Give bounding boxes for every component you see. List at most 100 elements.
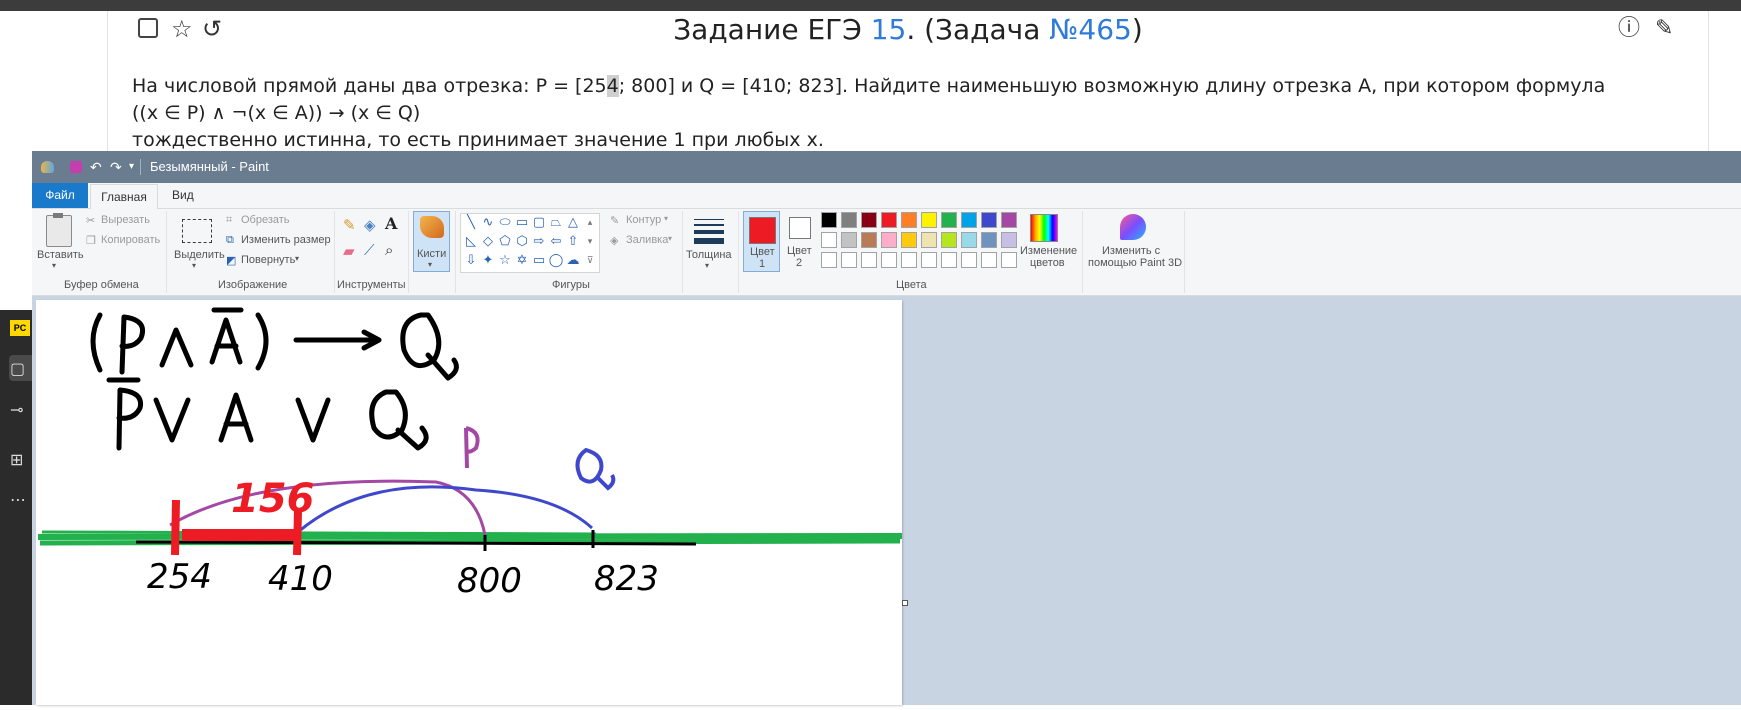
six-point-star-shape-icon[interactable]: ✡ [514,253,530,269]
line-shape-icon[interactable]: ╲ [463,215,479,231]
hexagon-shape-icon[interactable]: ⬡ [514,234,530,250]
shapes-scroll-down-icon[interactable]: ▾ [582,234,598,250]
size-button[interactable]: Толщина [686,249,732,261]
size-icon[interactable] [694,219,724,248]
up-arrow-shape-icon[interactable]: ⇧ [565,234,581,250]
cut-button[interactable]: Вырезать [101,214,150,226]
palette-color-swatch[interactable] [821,212,837,228]
palette-color-swatch[interactable] [941,252,957,268]
color-picker-icon[interactable]: ⟋ [364,242,375,259]
shapes-scroll-up-icon[interactable]: ▴ [582,215,598,231]
redo-icon[interactable]: ↷ [110,160,124,174]
palette-color-swatch[interactable] [861,212,877,228]
resize-button[interactable]: Изменить размер [241,234,331,246]
cloud-callout-shape-icon[interactable]: ☁ [565,253,581,269]
edit-colors-icon[interactable] [1030,214,1058,242]
palette-color-swatch[interactable] [901,252,917,268]
palette-color-swatch[interactable] [961,212,977,228]
palette-color-swatch[interactable] [1001,232,1017,248]
brushes-button[interactable]: Кисти ▾ [413,211,450,272]
diamond-shape-icon[interactable]: ◇ [480,234,496,250]
palette-color-swatch[interactable] [901,212,917,228]
palette-color-swatch[interactable] [941,232,957,248]
oval-shape-icon[interactable]: ⬭ [497,215,513,231]
right-arrow-shape-icon[interactable]: ⇨ [531,234,547,250]
left-arrow-shape-icon[interactable]: ⇦ [548,234,564,250]
tab-home[interactable]: Главная [90,184,158,209]
palette-color-swatch[interactable] [881,212,897,228]
pentagon-shape-icon[interactable]: ⬠ [497,234,513,250]
palette-color-swatch[interactable] [921,212,937,228]
pencil-icon[interactable]: ✎ [343,216,356,234]
outline-dropdown-icon[interactable]: ▾ [664,214,668,223]
palette-color-swatch[interactable] [861,252,877,268]
oval-callout-shape-icon[interactable]: ◯ [548,253,564,269]
canvas-area[interactable]: 254 410 800 823 156 [32,296,1741,705]
more-icon[interactable]: ⋯ [10,490,26,509]
select-dropdown-icon[interactable]: ▾ [192,261,196,270]
paint3d-icon[interactable] [1120,214,1146,240]
task-number-link[interactable]: 15 [871,13,907,46]
color2-label[interactable]: Цвет [787,245,812,257]
palette-color-swatch[interactable] [841,232,857,248]
shapes-gallery[interactable]: ╲ ∿ ⬭ ▭ ▢ ⏢ △ ◺ ◇ ⬠ ⬡ ⇨ ⇦ ⇧ ⇩ ✦ ☆ ✡ ▭ ◯ … [460,213,600,273]
drawing-canvas[interactable]: 254 410 800 823 156 [36,300,903,705]
select-button[interactable]: Выделить [174,249,225,261]
folder-icon[interactable]: ▢ [10,359,25,378]
curve-shape-icon[interactable]: ∿ [480,215,496,231]
rectangle-shape-icon[interactable]: ▭ [514,215,530,231]
save-icon[interactable] [70,161,82,173]
eraser-icon[interactable]: ▰ [343,242,355,260]
palette-color-swatch[interactable] [1001,212,1017,228]
tab-file[interactable]: Файл [32,183,88,208]
palette-color-swatch[interactable] [841,212,857,228]
edit-colors-label-2[interactable]: цветов [1030,257,1065,269]
color2-number[interactable]: 2 [796,257,802,269]
palette-color-swatch[interactable] [821,252,837,268]
palette-color-swatch[interactable] [901,232,917,248]
palette-color-swatch[interactable] [981,252,997,268]
text-icon[interactable]: A [385,214,397,233]
color1-button[interactable]: Цвет 1 [743,211,780,272]
copy-button[interactable]: Копировать [101,234,160,246]
select-icon[interactable] [182,219,212,243]
palette-color-swatch[interactable] [921,232,937,248]
shapes-more-icon[interactable]: ⊽ [582,253,598,269]
edit-icon[interactable]: ✎ [1655,15,1673,43]
palette-color-swatch[interactable] [861,232,877,248]
outline-button[interactable]: Контур [626,214,661,226]
palette-color-swatch[interactable] [921,252,937,268]
rotate-button[interactable]: Повернуть [241,254,295,266]
palette-color-swatch[interactable] [981,232,997,248]
tab-view[interactable]: Вид [172,183,194,208]
paint-app-icon[interactable] [41,161,54,173]
palette-color-swatch[interactable] [881,252,897,268]
fill-button[interactable]: Заливка [626,234,668,246]
extensions-icon[interactable]: ⊞ [10,450,23,469]
edit-colors-label-1[interactable]: Изменение [1020,245,1077,257]
paste-icon[interactable] [46,213,72,247]
color2-swatch[interactable] [789,217,811,239]
rounded-rect-shape-icon[interactable]: ▢ [531,215,547,231]
magnifier-icon[interactable]: ⌕ [385,242,393,259]
fill-icon[interactable]: ◈ [364,216,376,234]
palette-color-swatch[interactable] [841,252,857,268]
paint3d-label-2[interactable]: помощью Paint 3D [1088,257,1182,269]
right-triangle-shape-icon[interactable]: ◺ [463,234,479,250]
crop-button[interactable]: Обрезать [241,214,290,226]
paste-button[interactable]: Вставить [37,249,84,261]
fill-dropdown-icon[interactable]: ▾ [668,234,672,243]
report-icon[interactable]: ⓘ [1618,15,1640,43]
polygon-shape-icon[interactable]: ⏢ [548,215,564,231]
palette-color-swatch[interactable] [881,232,897,248]
callout-shape-icon[interactable]: ▭ [531,253,547,269]
undo-icon[interactable]: ↶ [90,160,104,174]
triangle-shape-icon[interactable]: △ [565,215,581,231]
paint3d-label-1[interactable]: Изменить с [1102,245,1160,257]
problem-number-link[interactable]: №465 [1049,13,1132,46]
rotate-dropdown-icon[interactable]: ▾ [295,254,299,263]
five-point-star-shape-icon[interactable]: ☆ [497,253,513,269]
down-arrow-shape-icon[interactable]: ⇩ [463,253,479,269]
four-point-star-shape-icon[interactable]: ✦ [480,253,496,269]
canvas-resize-handle[interactable] [902,600,908,606]
